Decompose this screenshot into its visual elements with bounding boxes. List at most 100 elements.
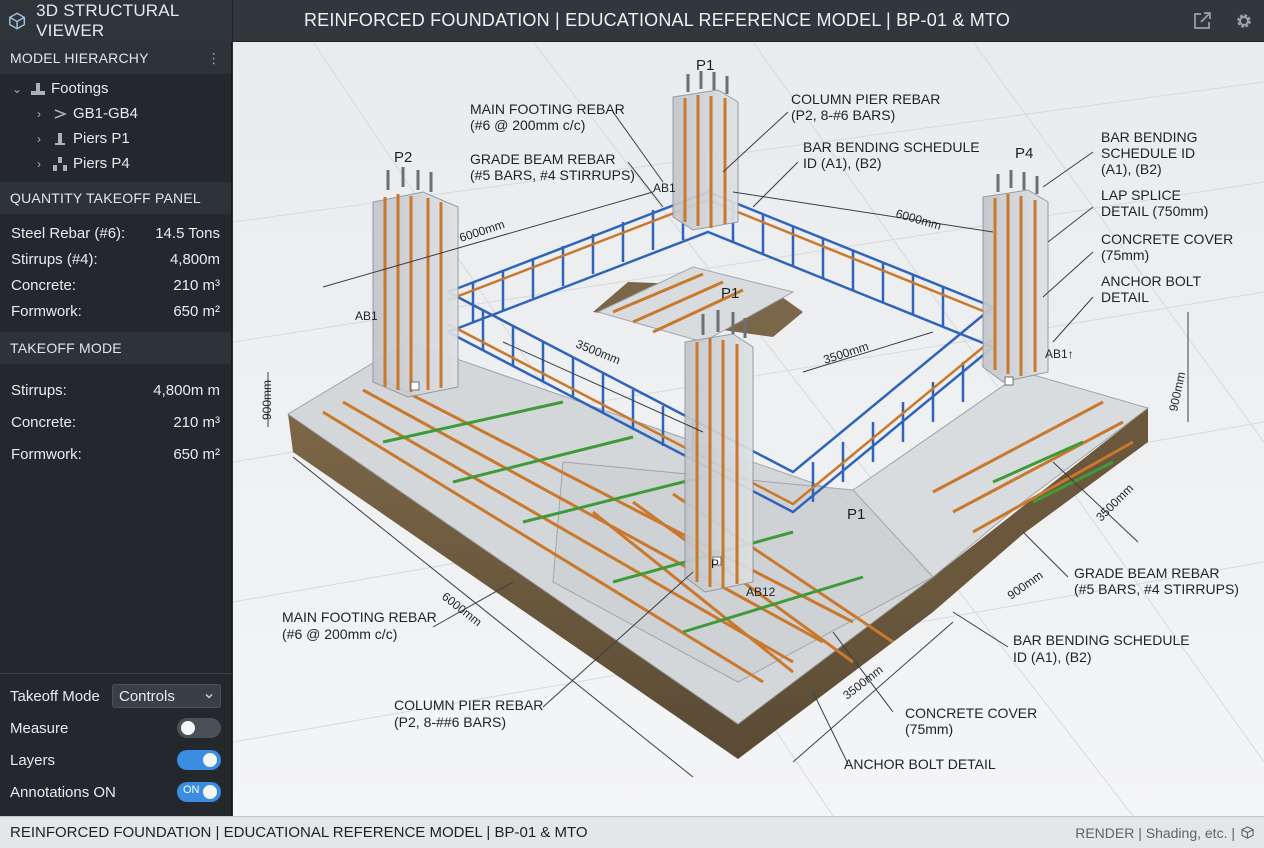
footing-icon — [30, 81, 46, 97]
callout-bbs-bottom-spec: ID (A1), (B2) — [1013, 649, 1092, 665]
callout-column-pier-top-spec: (P2, 8-#6 BARS) — [791, 107, 895, 123]
callout-bbs-top-spec: ID (A1), (B2) — [803, 155, 882, 171]
tree-item-piers-p4[interactable]: › Piers P4 — [0, 151, 231, 176]
quantity-row: Concrete: 210 m³ — [0, 272, 231, 298]
pier-p1-center[interactable] — [684, 310, 754, 593]
tree-item-gb1-gb4[interactable]: › GB1-GB4 — [0, 101, 231, 126]
callout-column-pier-bottom-spec: (P2, 8-##6 BARS) — [394, 714, 506, 730]
tree-item-piers-p1[interactable]: › Piers P1 — [0, 126, 231, 151]
quantity-row: Stirrups (#4): 4,800m — [0, 246, 231, 272]
callout-bbs-right: BAR BENDING — [1101, 129, 1197, 145]
callout-grade-beam-bottom-spec: (#5 BARS, #4 STIRRUPS) — [1074, 581, 1239, 597]
layers-toggle[interactable] — [177, 750, 221, 770]
toggle-knob — [181, 721, 195, 735]
cube-small-icon — [1241, 826, 1254, 839]
anchor-label-ab1-left: AB1 — [355, 309, 378, 323]
sidebar: MODEL HIERARCHY ⋮ ⌄ Footings › GB1-GB4 › — [0, 42, 232, 816]
tree-item-footings[interactable]: ⌄ Footings — [0, 76, 231, 101]
more-options-icon[interactable]: ⋮ — [207, 50, 221, 67]
layers-control: Layers — [0, 744, 232, 776]
chevron-right-icon[interactable]: › — [32, 132, 46, 146]
takeoff-mode-title: TAKEOFF MODE — [10, 340, 122, 356]
callout-cover-bottom-spec: (75mm) — [905, 721, 953, 737]
callout-main-footing-top-spec: (#6 @ 200mm c/c) — [470, 117, 585, 133]
annotations-toggle[interactable]: ON — [177, 782, 221, 802]
anchor-label-ab1-top: AB1 — [653, 181, 676, 195]
tree-item-label: Footings — [51, 80, 109, 97]
status-bar: REINFORCED FOUNDATION | EDUCATIONAL REFE… — [0, 816, 1264, 848]
callout-main-footing-bottom: MAIN FOOTING REBAR — [282, 609, 437, 625]
model-hierarchy-title: MODEL HIERARCHY — [10, 50, 149, 66]
chevron-right-icon[interactable]: › — [32, 157, 46, 171]
callout-column-pier-bottom: COLUMN PIER REBAR — [394, 697, 543, 713]
callout-main-footing-top: MAIN FOOTING REBAR — [470, 101, 625, 117]
measure-label: Measure — [10, 719, 69, 737]
quantity-label: Concrete: — [11, 276, 77, 294]
anchor-label-ab11: AB1↑ — [1045, 347, 1074, 361]
app-brand: 3D STRUCTURAL VIEWER — [0, 0, 233, 42]
takeoff-mode-select[interactable]: Controls — [112, 684, 221, 708]
pier-p4[interactable] — [982, 170, 1049, 383]
select-value: Controls — [119, 687, 175, 705]
takeoff-mode-control: Takeoff Mode Controls — [0, 680, 232, 712]
callout-main-footing-bottom-spec: (#6 @ 200mm c/c) — [282, 626, 397, 642]
quantity-label: Stirrups (#4): — [11, 250, 98, 268]
pier-label-p4: P4 — [1015, 145, 1033, 162]
render-status[interactable]: RENDER | Shading, etc. | — [1075, 825, 1254, 841]
tree-item-label: GB1-GB4 — [73, 105, 139, 122]
callout-column-pier-top: COLUMN PIER REBAR — [791, 91, 940, 107]
chevron-down-icon[interactable]: ⌄ — [10, 82, 24, 96]
gear-icon[interactable] — [1234, 11, 1254, 31]
external-link-icon[interactable] — [1192, 11, 1212, 31]
measure-toggle[interactable] — [177, 718, 221, 738]
callout-anchor-bottom: ANCHOR BOLT DETAIL — [844, 756, 996, 772]
takeoff-value: 210 m³ — [173, 413, 220, 431]
status-title: REINFORCED FOUNDATION | EDUCATIONAL REFE… — [10, 824, 588, 841]
callout-grade-beam-top-spec: (#5 BARS, #4 STIRRUPS) — [470, 167, 635, 183]
tree-item-label: Piers P1 — [73, 130, 130, 147]
quantity-value: 210 m³ — [173, 276, 220, 294]
chevron-right-icon[interactable]: › — [32, 107, 46, 121]
callout-grade-beam-bottom: GRADE BEAM REBAR — [1074, 565, 1219, 581]
quantity-takeoff-list: Steel Rebar (#6): 14.5 Tons Stirrups (#4)… — [0, 214, 231, 332]
chevron-down-icon — [205, 693, 213, 699]
takeoff-row: Concrete: 210 m³ — [0, 406, 231, 438]
quantity-label: Steel Rebar (#6): — [11, 224, 126, 242]
pier-label-p1-back: P1 — [696, 57, 714, 74]
quantity-value: 650 m² — [173, 302, 220, 320]
foundation-drawing[interactable]: P2 P1 P4 P1 P1 AB1 AB1 AB1↑ AB12 P 6000m… — [233, 42, 1264, 816]
quantity-row: Steel Rebar (#6): 14.5 Tons — [0, 220, 231, 246]
pier-label-p1-center: P1 — [721, 285, 739, 302]
quantity-value: 14.5 Tons — [155, 224, 220, 242]
anchor-label-ab12: AB12 — [746, 585, 776, 599]
top-bar: 3D STRUCTURAL VIEWER REINFORCED FOUNDATI… — [0, 0, 1264, 42]
measure-control: Measure — [0, 712, 232, 744]
takeoff-label: Concrete: — [11, 413, 77, 431]
model-viewport[interactable]: P2 P1 P4 P1 P1 AB1 AB1 AB1↑ AB12 P 6000m… — [233, 42, 1264, 816]
cube-logo-icon — [9, 11, 26, 30]
callout-cover-right-spec: (75mm) — [1101, 247, 1149, 263]
quantity-value: 4,800m — [169, 250, 220, 268]
callout-grade-beam-top: GRADE BEAM REBAR — [470, 151, 615, 167]
model-hierarchy-header: MODEL HIERARCHY ⋮ — [0, 42, 231, 74]
callout-bbs-bottom: BAR BENDING SCHEDULE — [1013, 632, 1190, 648]
tree-item-label: Piers P4 — [73, 155, 130, 172]
quantity-label: Formwork: — [11, 302, 82, 320]
pier-icon — [52, 131, 68, 147]
takeoff-mode-header: TAKEOFF MODE — [0, 332, 231, 364]
pier-p2[interactable] — [372, 167, 459, 398]
model-tree: ⌄ Footings › GB1-GB4 › Piers P1 › Piers … — [0, 74, 231, 182]
pier-group-icon — [52, 156, 68, 172]
quantity-takeoff-title: QUANTITY TAKEOFF PANEL — [10, 190, 201, 206]
takeoff-label: Formwork: — [11, 445, 82, 463]
annotations-label: Annotations ON — [10, 783, 116, 801]
pier-label-p1-front: P1 — [847, 506, 865, 523]
callout-bbs-top: BAR BENDING SCHEDULE — [803, 139, 980, 155]
anchor-label-p-tag: P — [711, 557, 719, 571]
layers-label: Layers — [10, 751, 56, 769]
takeoff-row: Stirrups: 4,800m m — [0, 374, 231, 406]
callout-bbs-right-line3: (A1), (B2) — [1101, 161, 1162, 177]
dim-left-height: 900mm — [260, 380, 274, 420]
takeoff-value: 650 m² — [173, 445, 220, 463]
callout-anchor-right: ANCHOR BOLT — [1101, 273, 1202, 289]
